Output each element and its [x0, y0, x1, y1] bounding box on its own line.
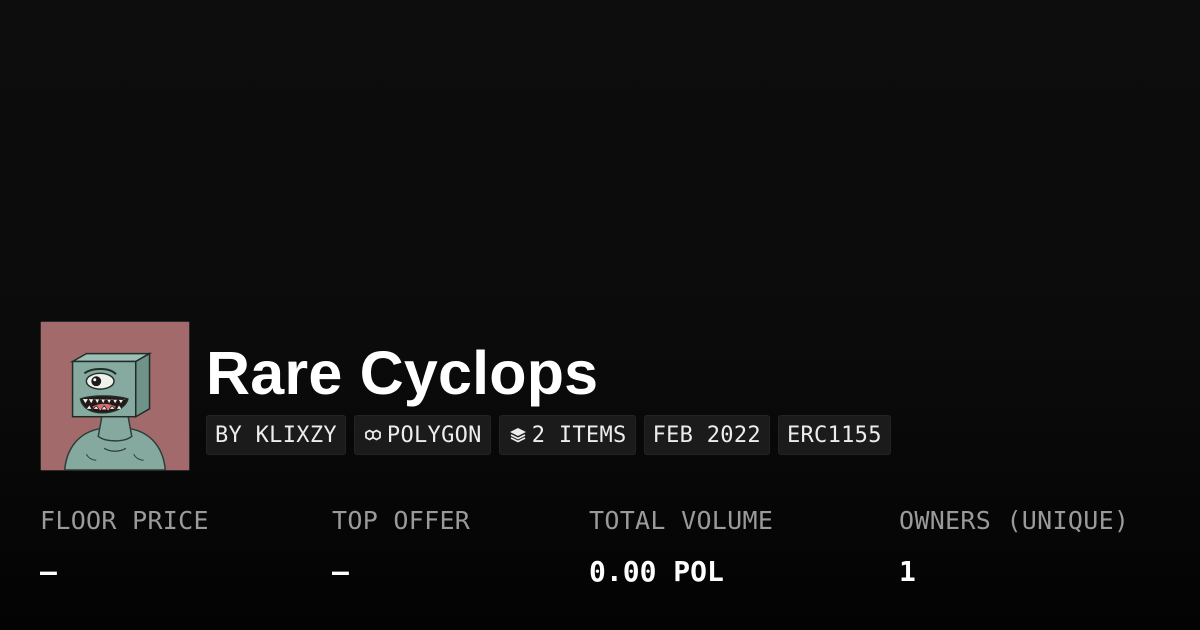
top-offer-value: –: [332, 555, 349, 588]
collection-title: Rare Cyclops: [206, 339, 599, 407]
chain-tag-label: POLYGON: [386, 422, 482, 448]
collection-tags: BY KLIXZY POLYGON 2 ITEMS FEB 2022 ERC11…: [206, 415, 891, 455]
polygon-icon: [363, 425, 383, 445]
owners-label: OWNERS (UNIQUE): [899, 506, 1130, 535]
chain-tag[interactable]: POLYGON: [353, 415, 491, 455]
owners-value: 1: [899, 555, 916, 588]
top-offer-stat: TOP OFFER –: [332, 504, 470, 590]
creator-tag[interactable]: BY KLIXZY: [206, 415, 346, 455]
floor-price-value: –: [40, 555, 57, 588]
date-tag: FEB 2022: [643, 415, 770, 455]
total-volume-value: 0.00 POL: [589, 555, 724, 588]
floor-price-label: FLOOR PRICE: [40, 506, 209, 535]
items-tag-label: 2 ITEMS: [531, 422, 627, 448]
standard-tag-label: ERC1155: [786, 422, 882, 448]
floor-price-stat: FLOOR PRICE –: [40, 504, 209, 590]
collection-og-card: Rare Cyclops BY KLIXZY POLYGON 2 ITEMS F…: [0, 0, 1200, 630]
cyclops-illustration: [41, 322, 189, 470]
items-tag[interactable]: 2 ITEMS: [498, 415, 636, 455]
total-volume-stat: TOTAL VOLUME 0.00 POL: [589, 504, 773, 590]
layers-icon: [508, 425, 528, 445]
owners-stat: OWNERS (UNIQUE) 1: [899, 504, 1129, 590]
collection-avatar: [40, 321, 190, 471]
top-offer-label: TOP OFFER: [332, 506, 471, 535]
total-volume-label: TOTAL VOLUME: [589, 506, 774, 535]
creator-tag-label: BY KLIXZY: [215, 422, 337, 448]
standard-tag[interactable]: ERC1155: [777, 415, 891, 455]
date-tag-label: FEB 2022: [652, 422, 761, 448]
